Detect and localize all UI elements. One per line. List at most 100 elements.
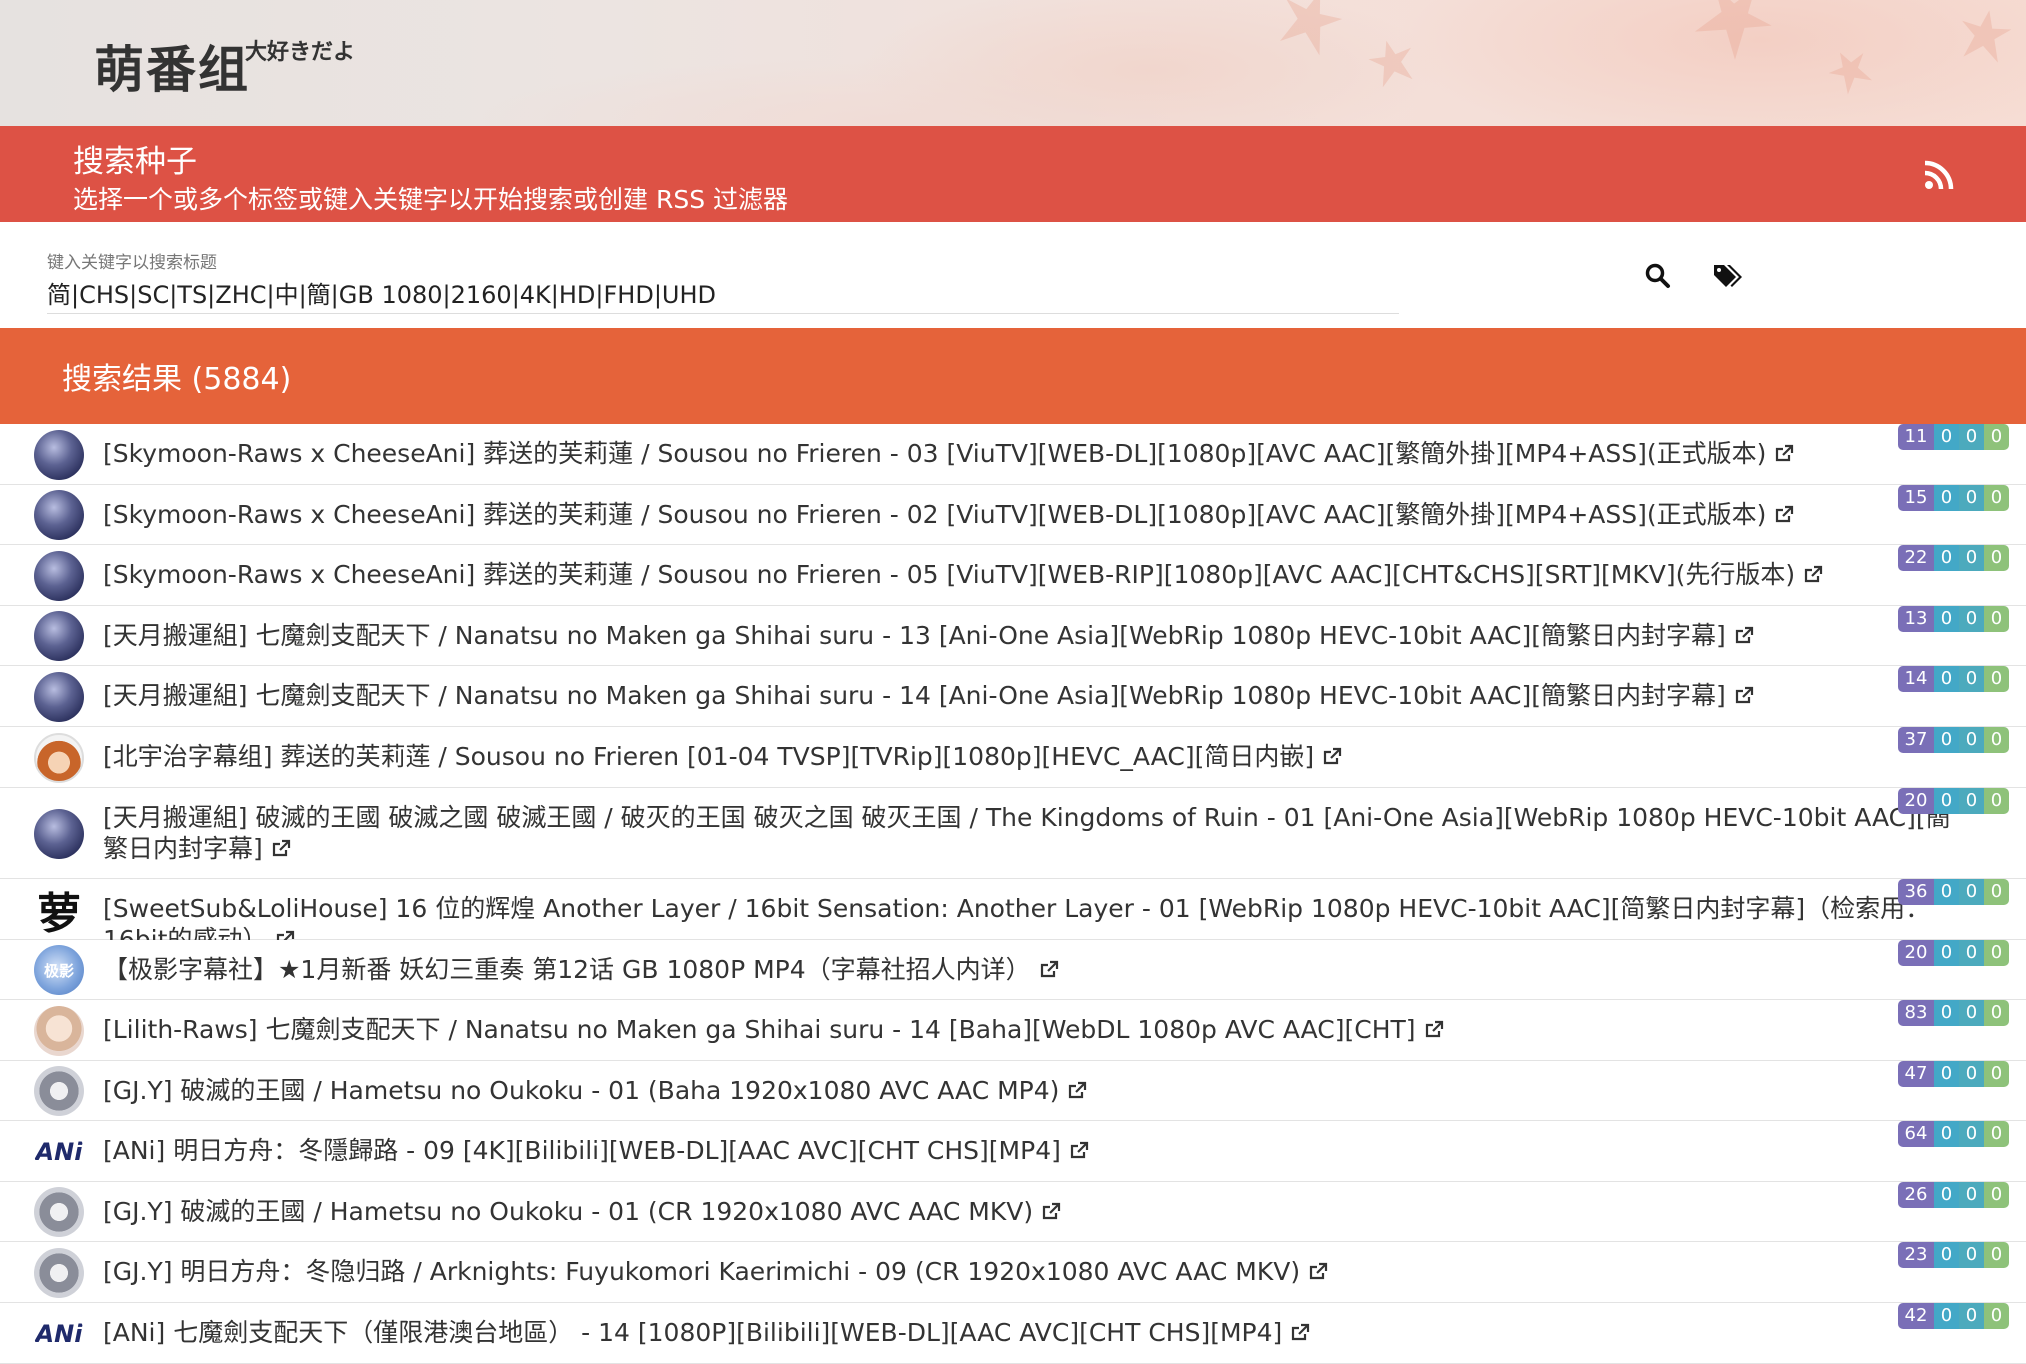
uploader-avatar[interactable]: [34, 1187, 84, 1237]
torrent-stats: 37 0 0 0: [1898, 727, 2009, 753]
external-link-icon[interactable]: [1290, 1323, 1310, 1343]
torrent-title-link[interactable]: [北宇治字幕组] 葬送的芙莉莲 / Sousou no Frieren [01-…: [103, 741, 1963, 772]
external-link-icon[interactable]: [1039, 960, 1059, 980]
result-row: 极影 【极影字幕社】★1月新番 妖幻三重奏 第12话 GB 1080P MP4（字…: [0, 940, 2026, 1000]
search-input[interactable]: [47, 272, 1399, 314]
leechers-badge: 0: [1959, 1000, 1984, 1026]
torrent-stats: 23 0 0 0: [1898, 1242, 2009, 1268]
seeders-badge: 0: [1934, 1061, 1959, 1087]
tags-icon[interactable]: [1712, 262, 1744, 290]
completed-badge: 0: [1984, 485, 2009, 511]
seeders-badge: 0: [1934, 727, 1959, 753]
torrent-title-link[interactable]: [Lilith-Raws] 七魔劍支配天下 / Nanatsu no Maken…: [103, 1014, 1963, 1045]
torrent-stats: 15 0 0 0: [1898, 485, 2009, 511]
external-link-icon[interactable]: [1069, 1141, 1089, 1161]
leechers-badge: 0: [1959, 1061, 1984, 1087]
result-row: [天月搬運組] 破滅的王國 破滅之國 破滅王國 / 破灭的王国 破灭之国 破灭王…: [0, 788, 2026, 879]
torrent-stats: 64 0 0 0: [1898, 1121, 2009, 1147]
torrent-title-link[interactable]: [Skymoon-Raws x CheeseAni] 葬送的芙莉蓮 / Sous…: [103, 559, 1963, 590]
torrent-title-text: [ANi] 七魔劍支配天下（僅限港澳台地區） - 14 [1080P][Bili…: [103, 1318, 1283, 1347]
seeders-badge: 0: [1934, 1242, 1959, 1268]
external-link-icon[interactable]: [1067, 1081, 1087, 1101]
external-link-icon[interactable]: [1774, 505, 1794, 525]
torrent-stats: 36 0 0 0: [1898, 879, 2009, 905]
completed-badge: 0: [1984, 1182, 2009, 1208]
external-link-icon[interactable]: [1774, 444, 1794, 464]
torrent-title-link[interactable]: [天月搬運組] 破滅的王國 破滅之國 破滅王國 / 破灭的王国 破灭之国 破灭王…: [103, 802, 1963, 864]
seeders-badge: 0: [1934, 666, 1959, 692]
external-link-icon[interactable]: [1308, 1262, 1328, 1282]
external-link-icon[interactable]: [1803, 565, 1823, 585]
result-row: [天月搬運組] 七魔劍支配天下 / Nanatsu no Maken ga Sh…: [0, 606, 2026, 666]
torrent-title-link[interactable]: [GJ.Y] 破滅的王國 / Hametsu no Oukoku - 01 (C…: [103, 1196, 1963, 1227]
completed-badge: 0: [1984, 940, 2009, 966]
external-link-icon[interactable]: [1424, 1020, 1444, 1040]
rss-icon[interactable]: [1924, 160, 1954, 190]
leechers-badge: 0: [1959, 606, 1984, 632]
torrent-title-link[interactable]: [天月搬運組] 七魔劍支配天下 / Nanatsu no Maken ga Sh…: [103, 620, 1963, 651]
uploader-avatar[interactable]: [34, 1247, 84, 1298]
result-row: [GJ.Y] 破滅的王國 / Hametsu no Oukoku - 01 (C…: [0, 1182, 2026, 1242]
uploader-avatar[interactable]: [34, 550, 84, 601]
leechers-badge: 0: [1959, 879, 1984, 905]
torrent-title-link[interactable]: [GJ.Y] 明日方舟：冬隐归路 / Arknights: Fuyukomori…: [103, 1256, 1963, 1287]
uploader-avatar[interactable]: ANi: [34, 1308, 84, 1359]
results-count-title: 搜索结果 (5884): [62, 362, 292, 397]
torrent-stats: 11 0 0 0: [1898, 424, 2009, 450]
stat-count-badge: 37: [1898, 727, 1934, 753]
external-link-icon[interactable]: [1041, 1202, 1061, 1222]
torrent-stats: 13 0 0 0: [1898, 606, 2009, 632]
torrent-title-text: 【极影字幕社】★1月新番 妖幻三重奏 第12话 GB 1080P MP4（字幕社…: [103, 955, 1031, 984]
stat-count-badge: 14: [1898, 666, 1934, 692]
search-header: 搜索种子 选择一个或多个标签或键入关键字以开始搜索或创建 RSS 过滤器: [0, 126, 2026, 222]
site-logo-tagline: 大好きだよ: [245, 40, 356, 65]
uploader-avatar[interactable]: [34, 1066, 84, 1116]
uploader-avatar[interactable]: [34, 808, 84, 859]
stat-count-badge: 64: [1898, 1121, 1934, 1147]
stat-count-badge: 36: [1898, 879, 1934, 905]
result-row: [天月搬運組] 七魔劍支配天下 / Nanatsu no Maken ga Sh…: [0, 666, 2026, 727]
completed-badge: 0: [1984, 727, 2009, 753]
seeders-badge: 0: [1934, 424, 1959, 450]
torrent-title-link[interactable]: 【极影字幕社】★1月新番 妖幻三重奏 第12话 GB 1080P MP4（字幕社…: [103, 954, 1963, 985]
torrent-title-link[interactable]: [ANi] 明日方舟：冬隱歸路 - 09 [4K][Bilibili][WEB-…: [103, 1135, 1963, 1166]
torrent-stats: 20 0 0 0: [1898, 940, 2009, 966]
completed-badge: 0: [1984, 1121, 2009, 1147]
uploader-avatar[interactable]: 极影: [34, 945, 84, 995]
torrent-title-link[interactable]: [GJ.Y] 破滅的王國 / Hametsu no Oukoku - 01 (B…: [103, 1075, 1963, 1106]
uploader-avatar[interactable]: 萝: [34, 884, 84, 935]
site-logo[interactable]: 萌番组: [94, 30, 250, 102]
stat-count-badge: 20: [1898, 940, 1934, 966]
uploader-avatar[interactable]: [34, 671, 84, 722]
uploader-avatar[interactable]: [34, 611, 84, 661]
external-link-icon[interactable]: [1734, 686, 1754, 706]
torrent-title-text: [Skymoon-Raws x CheeseAni] 葬送的芙莉蓮 / Sous…: [103, 500, 1767, 529]
external-link-icon[interactable]: [1322, 747, 1342, 767]
avatar-text: 萝: [37, 888, 81, 935]
torrent-stats: 14 0 0 0: [1898, 666, 2009, 692]
uploader-avatar[interactable]: [34, 490, 84, 540]
external-link-icon[interactable]: [271, 839, 291, 859]
torrent-title-link[interactable]: [Skymoon-Raws x CheeseAni] 葬送的芙莉蓮 / Sous…: [103, 499, 1963, 530]
search-icon[interactable]: [1644, 262, 1672, 290]
seeders-badge: 0: [1934, 606, 1959, 632]
result-row: [北宇治字幕组] 葬送的芙莉莲 / Sousou no Frieren [01-…: [0, 727, 2026, 788]
torrent-title-text: [天月搬運組] 破滅的王國 破滅之國 破滅王國 / 破灭的王国 破灭之国 破灭王…: [103, 803, 1951, 863]
torrent-title-link[interactable]: [ANi] 七魔劍支配天下（僅限港澳台地區） - 14 [1080P][Bili…: [103, 1317, 1963, 1348]
torrent-title-link[interactable]: [天月搬運組] 七魔劍支配天下 / Nanatsu no Maken ga Sh…: [103, 680, 1963, 711]
external-link-icon[interactable]: [1734, 626, 1754, 646]
seeders-badge: 0: [1934, 485, 1959, 511]
result-row: ANi [ANi] 明日方舟：冬隱歸路 - 09 [4K][Bilibili][W…: [0, 1121, 2026, 1182]
torrent-title-link[interactable]: [Skymoon-Raws x CheeseAni] 葬送的芙莉蓮 / Sous…: [103, 438, 1963, 469]
uploader-avatar[interactable]: [34, 429, 84, 480]
search-title: 搜索种子: [73, 144, 197, 180]
seeders-badge: 0: [1934, 1000, 1959, 1026]
uploader-avatar[interactable]: ANi: [34, 1126, 84, 1177]
leechers-badge: 0: [1959, 485, 1984, 511]
uploader-avatar[interactable]: [34, 732, 84, 783]
leechers-badge: 0: [1959, 1121, 1984, 1147]
completed-badge: 0: [1984, 1061, 2009, 1087]
uploader-avatar[interactable]: [34, 1005, 84, 1056]
stat-count-badge: 20: [1898, 788, 1934, 814]
torrent-title-text: [Lilith-Raws] 七魔劍支配天下 / Nanatsu no Maken…: [103, 1015, 1416, 1044]
